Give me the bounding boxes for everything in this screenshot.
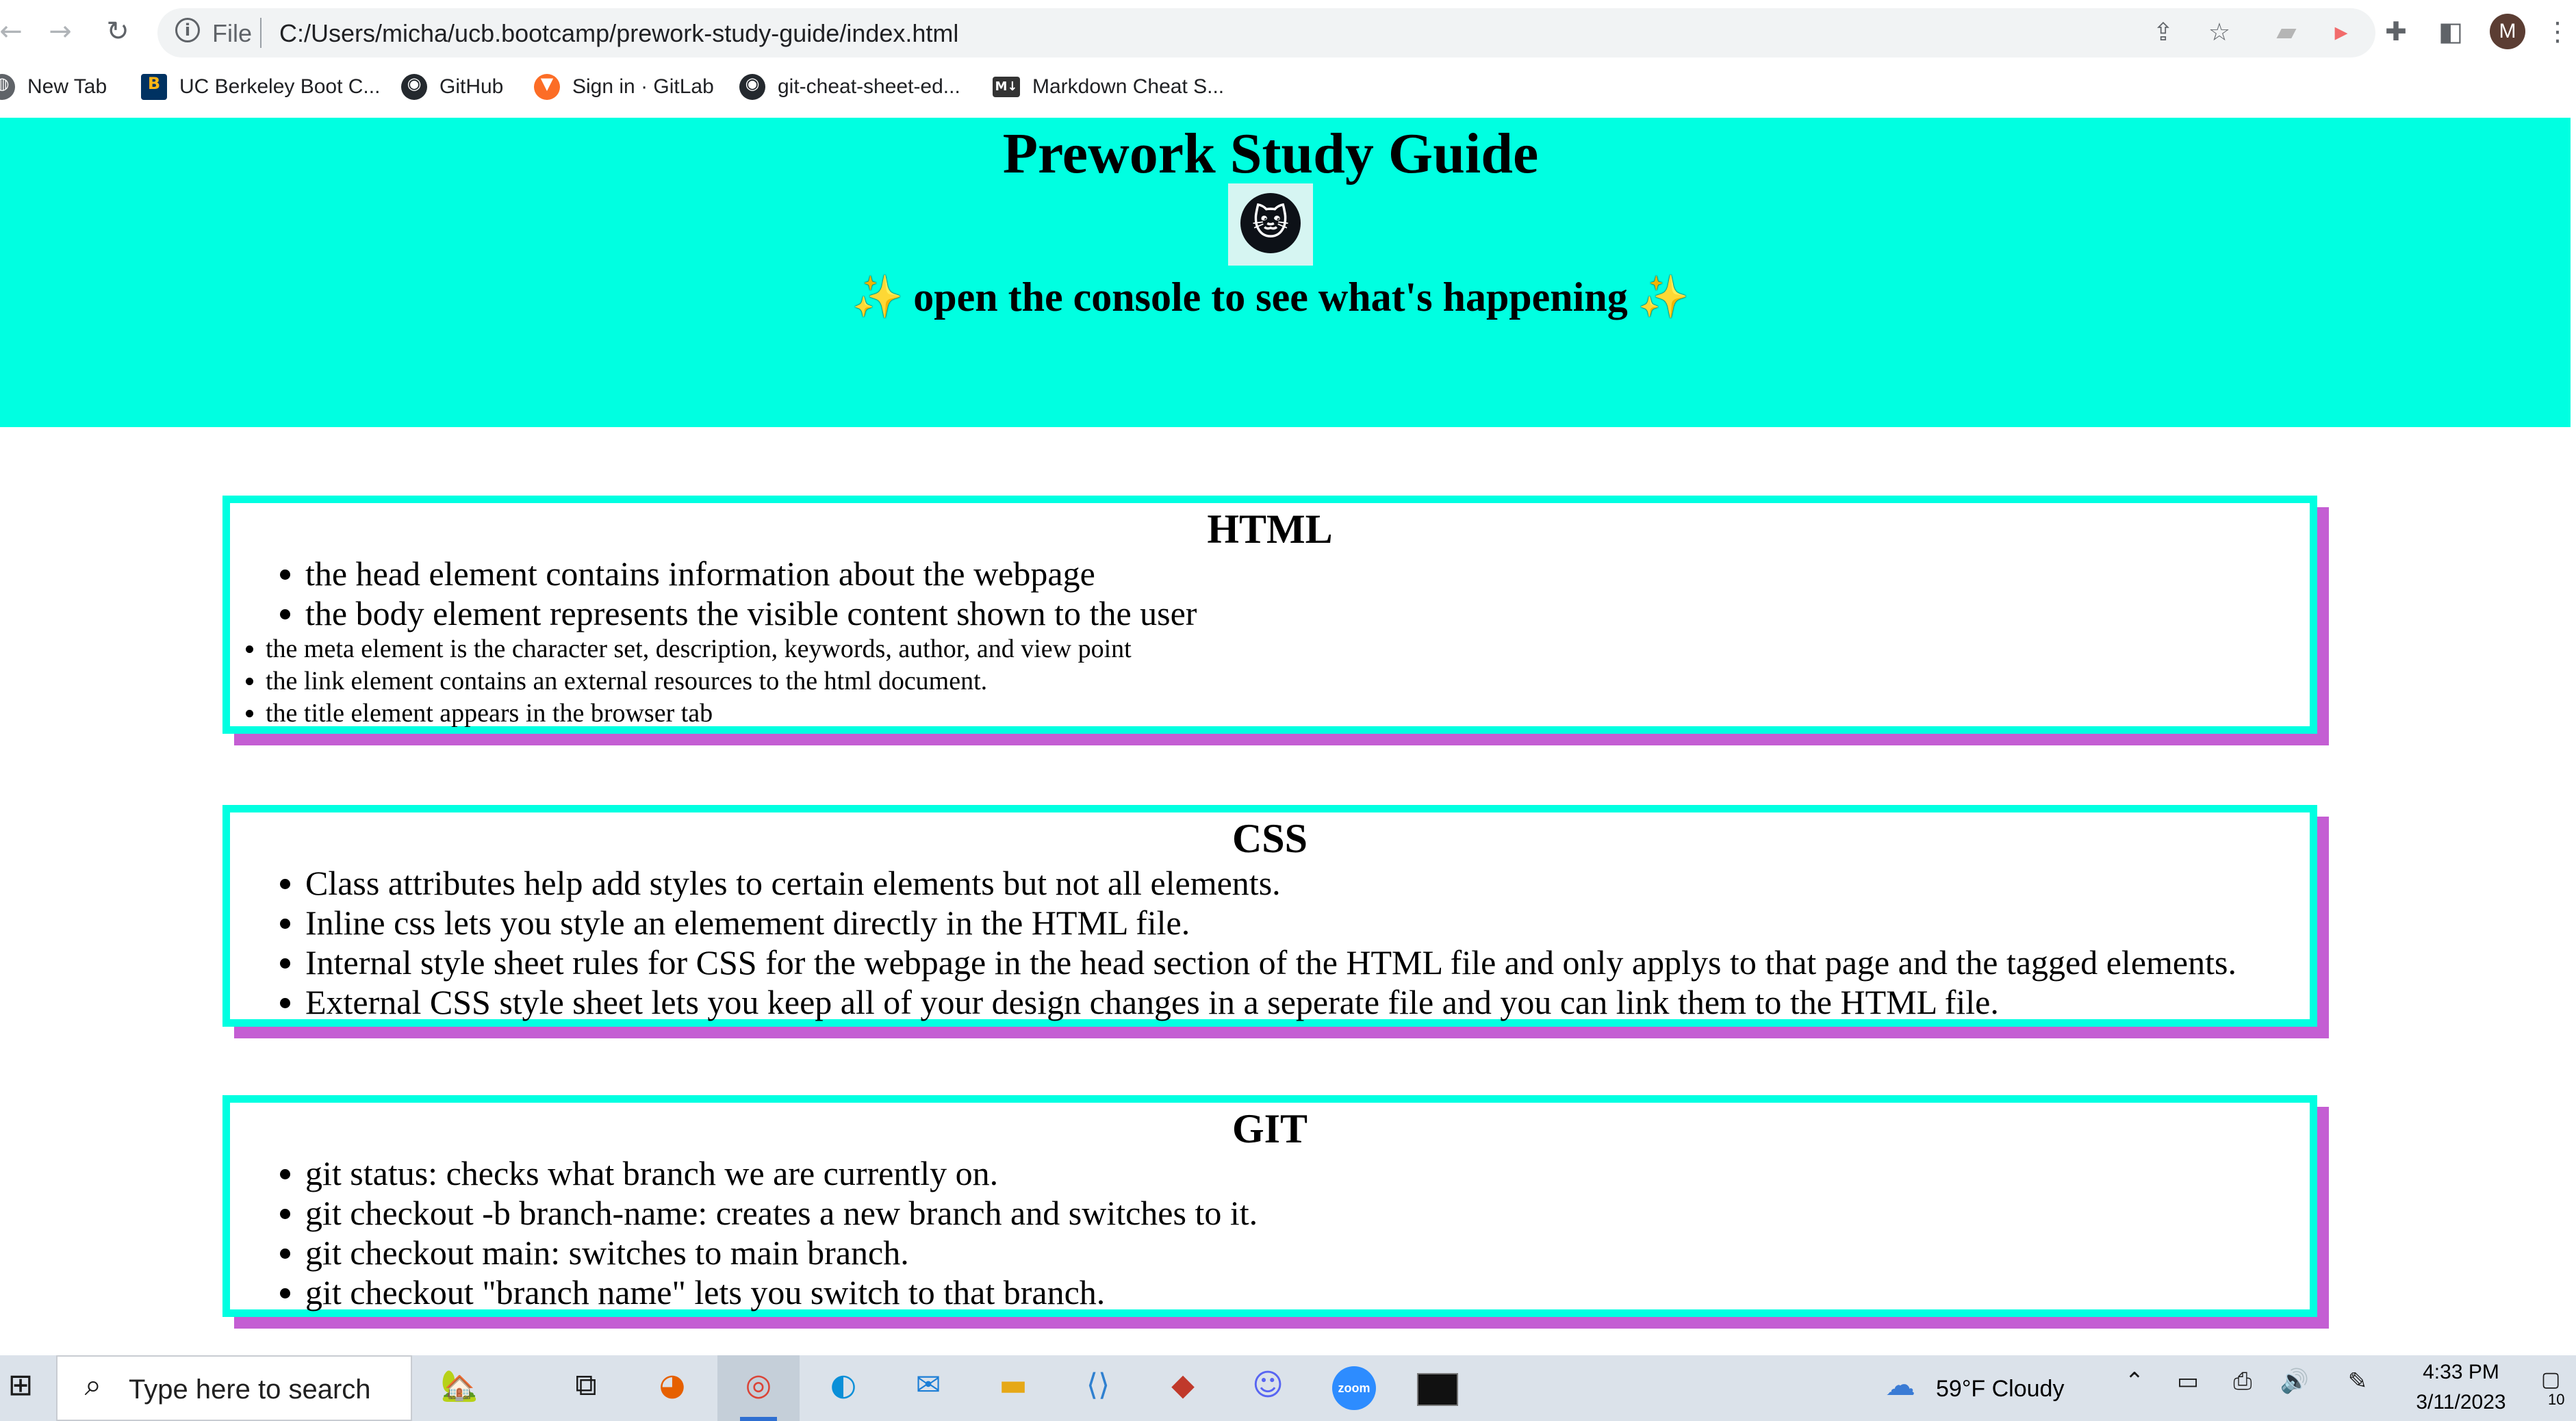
side-panel-icon[interactable]: ◧ — [2434, 15, 2467, 48]
pdf-extension-icon[interactable]: ▰ — [2270, 15, 2303, 48]
taskbar: ⊞ ⌕ Type here to search 🏡 ⧉ ◕ ◎ ◐ ✉ ▬ ⟨⟩… — [0, 1355, 2576, 1421]
list-item: External CSS style sheet lets you keep a… — [305, 982, 2310, 1022]
list-item: Internal style sheet rules for CSS for t… — [305, 943, 2310, 982]
list-item: Class attributes help add styles to cert… — [305, 863, 2310, 903]
git-icon[interactable]: ◆ — [1162, 1368, 1203, 1409]
globe-icon: ◍ — [0, 74, 15, 100]
sparkle-icon: ✨ — [1637, 273, 1689, 321]
bookmark-new-tab[interactable]: ◍ New Tab — [0, 70, 107, 104]
cat-logo-icon: 🐱 — [1240, 193, 1301, 253]
logo: 🐱 — [1228, 183, 1313, 266]
list-item: Inline css lets you style an elemement d… — [305, 903, 2310, 943]
address-bar[interactable]: i File C:/Users/micha/ucb.bootcamp/prewo… — [157, 8, 2375, 57]
firefox-icon[interactable]: ◕ — [652, 1368, 693, 1409]
subtitle-text: open the console to see what's happening — [913, 274, 1628, 320]
terminal-icon[interactable] — [1417, 1373, 1458, 1406]
file-explorer-icon[interactable]: ▬ — [993, 1368, 1034, 1409]
page-header: Prework Study Guide 🐱 ✨ open the console… — [0, 118, 2571, 427]
section-git: GIT git status: checks what branch we ar… — [222, 1095, 2317, 1317]
discord-icon[interactable]: ☺ — [1247, 1368, 1288, 1409]
github-icon: ◉ — [401, 74, 427, 100]
menu-kebab-icon[interactable]: ⋮ — [2541, 15, 2574, 48]
bookmark-label: GitHub — [439, 75, 504, 98]
gitlab-icon: ▼ — [534, 74, 560, 100]
notification-count: 10 — [2548, 1391, 2565, 1408]
site-info-icon[interactable]: i — [175, 18, 200, 42]
search-placeholder: Type here to search — [129, 1374, 371, 1405]
section-list: Class attributes help add styles to cert… — [230, 863, 2310, 1022]
web-page: Prework Study Guide 🐱 ✨ open the console… — [0, 118, 2576, 1355]
volume-icon[interactable]: 🔊 — [2274, 1368, 2315, 1409]
task-view-icon[interactable]: ⧉ — [565, 1368, 607, 1409]
forward-button[interactable]: → — [44, 15, 77, 48]
taskbar-search[interactable]: ⌕ Type here to search — [56, 1355, 412, 1421]
battery-icon[interactable]: ▭ — [2167, 1368, 2208, 1409]
pen-icon[interactable]: ✎ — [2337, 1368, 2378, 1409]
list-item: the head element contains information ab… — [305, 554, 2310, 593]
markdown-icon: M↓ — [993, 77, 1020, 97]
browser-chrome: ← → ↻ i File C:/Users/micha/ucb.bootcamp… — [0, 0, 2576, 118]
section-list: git status: checks what branch we are cu… — [230, 1153, 2310, 1312]
url-text[interactable]: C:/Users/micha/ucb.bootcamp/prework-stud… — [279, 19, 958, 48]
list-item: git checkout -b branch-name: creates a n… — [305, 1193, 2310, 1233]
meet-now-icon[interactable]: ⎙ — [2222, 1368, 2263, 1409]
list-item: git checkout main: switches to main bran… — [305, 1233, 2310, 1272]
clock-date[interactable]: 3/11/2023 — [2401, 1391, 2521, 1414]
section-heading: GIT — [1232, 1106, 1308, 1151]
windows-start-icon[interactable]: ⊞ — [0, 1368, 41, 1409]
scheme-label: File — [212, 19, 253, 47]
chrome-icon[interactable]: ◎ — [738, 1368, 779, 1409]
bookmark-git-cheat-sheet[interactable]: ◉ git-cheat-sheet-ed... — [739, 70, 960, 104]
share-icon[interactable]: ⇪ — [2148, 18, 2178, 48]
github-icon: ◉ — [739, 74, 765, 100]
address-divider — [260, 18, 262, 48]
section-heading: CSS — [1232, 816, 1308, 861]
list-item: the body element represents the visible … — [305, 593, 2310, 633]
search-icon: ⌕ — [84, 1368, 102, 1403]
list-item: the link element contains an external re… — [266, 665, 2310, 697]
list-item: git status: checks what branch we are cu… — [305, 1153, 2310, 1193]
record-extension-icon[interactable]: ▸ — [2325, 15, 2358, 48]
zoom-icon[interactable]: zoom — [1332, 1366, 1376, 1410]
reload-button[interactable]: ↻ — [101, 15, 134, 48]
vscode-icon[interactable]: ⟨⟩ — [1077, 1368, 1119, 1409]
list-item: the title element appears in the browser… — [266, 697, 2310, 730]
extensions-puzzle-icon[interactable]: ✚ — [2380, 15, 2412, 48]
bookmark-label: New Tab — [27, 75, 107, 98]
section-css: CSS Class attributes help add styles to … — [222, 805, 2317, 1027]
bookmark-ucb[interactable]: B UC Berkeley Boot C... — [141, 70, 380, 104]
list-item: git checkout "branch name" lets you swit… — [305, 1272, 2310, 1312]
weather-text[interactable]: 59°F Cloudy — [1936, 1376, 2064, 1403]
cloudy-weather-icon: ☁ — [1885, 1368, 1915, 1403]
active-app-indicator — [740, 1417, 777, 1421]
bookmark-label: Markdown Cheat S... — [1032, 75, 1225, 98]
bookmark-github[interactable]: ◉ GitHub — [401, 70, 503, 104]
profile-avatar[interactable]: M — [2490, 14, 2525, 49]
bookmark-label: Sign in · GitLab — [572, 75, 714, 98]
bookmark-label: UC Berkeley Boot C... — [179, 75, 381, 98]
browser-toolbar: ← → ↻ i File C:/Users/micha/ucb.bootcamp… — [0, 0, 2576, 66]
list-item: the meta element is the character set, d… — [266, 633, 2310, 665]
section-list-small: the meta element is the character set, d… — [230, 633, 2310, 730]
section-heading: HTML — [1207, 507, 1333, 552]
page-title: Prework Study Guide — [1002, 122, 1539, 185]
section-html: HTML the head element contains informati… — [222, 496, 2317, 734]
mail-icon[interactable]: ✉ — [908, 1368, 949, 1409]
bookmark-gitlab[interactable]: ▼ Sign in · GitLab — [534, 70, 714, 104]
clock-time[interactable]: 4:33 PM — [2410, 1361, 2512, 1384]
bookmark-markdown-cheat-sheet[interactable]: M↓ Markdown Cheat S... — [993, 70, 1224, 104]
bookmarks-bar: ◍ New Tab B UC Berkeley Boot C... ◉ GitH… — [0, 66, 2576, 108]
page-subtitle: ✨ open the console to see what's happeni… — [0, 272, 2541, 321]
ucb-icon: B — [141, 74, 167, 100]
section-list: the head element contains information ab… — [230, 554, 2310, 633]
edge-icon[interactable]: ◐ — [823, 1368, 864, 1409]
bookmark-label: git-cheat-sheet-ed... — [778, 75, 960, 98]
tray-chevron-up-icon[interactable]: ⌃ — [2114, 1368, 2155, 1409]
sparkle-icon: ✨ — [852, 273, 904, 321]
back-button[interactable]: ← — [0, 15, 27, 48]
bookmark-star-icon[interactable]: ☆ — [2204, 18, 2234, 48]
news-widget-icon[interactable]: 🏡 — [415, 1368, 504, 1409]
